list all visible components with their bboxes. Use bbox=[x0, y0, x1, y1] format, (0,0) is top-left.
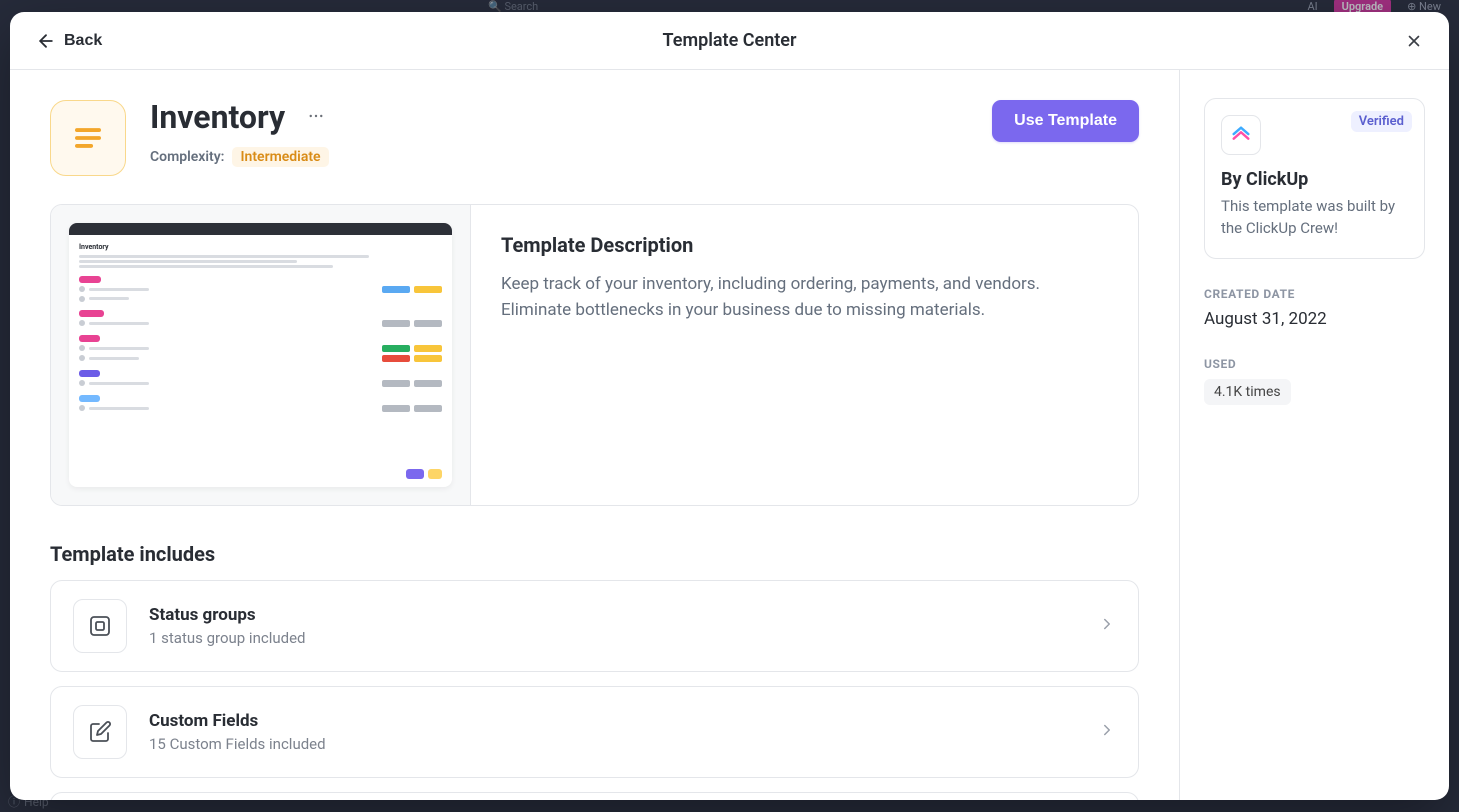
template-name: Inventory bbox=[150, 100, 285, 135]
template-badge bbox=[50, 100, 126, 176]
arrow-left-icon bbox=[36, 31, 56, 51]
include-card-view-types[interactable]: View types bbox=[50, 792, 1139, 800]
description-body: Keep track of your inventory, including … bbox=[501, 271, 1061, 324]
edit-square-icon bbox=[88, 720, 112, 744]
used-block: USED 4.1K times bbox=[1204, 357, 1425, 405]
close-button[interactable] bbox=[1399, 26, 1429, 56]
include-card-custom-fields[interactable]: Custom Fields 15 Custom Fields included bbox=[50, 686, 1139, 778]
modal-body: Inventory Complexity: Intermediate Use T… bbox=[10, 70, 1449, 800]
complexity-row: Complexity: Intermediate bbox=[150, 147, 968, 167]
author-logo bbox=[1221, 115, 1261, 155]
complexity-label: Complexity: bbox=[150, 149, 224, 165]
author-card: Verified By ClickUp This template was bu… bbox=[1204, 98, 1425, 259]
chevron-right-icon bbox=[1098, 721, 1116, 743]
new-hint: ⊕ New bbox=[1407, 0, 1441, 13]
square-in-square-icon bbox=[88, 614, 112, 638]
template-center-modal: Back Template Center Inventory bbox=[10, 12, 1449, 800]
author-description: This template was built by the ClickUp C… bbox=[1221, 196, 1408, 240]
sidebar: Verified By ClickUp This template was bu… bbox=[1179, 70, 1449, 800]
include-card-status-groups[interactable]: Status groups 1 status group included bbox=[50, 580, 1139, 672]
title-meta: Inventory Complexity: Intermediate bbox=[150, 100, 968, 167]
modal-title: Template Center bbox=[10, 30, 1449, 51]
modal-header: Back Template Center bbox=[10, 12, 1449, 70]
status-groups-icon bbox=[73, 599, 127, 653]
created-date-block: CREATED DATE August 31, 2022 bbox=[1204, 287, 1425, 329]
includes-heading: Template includes bbox=[50, 542, 1139, 566]
list-lines-icon bbox=[69, 119, 107, 157]
preview-thumbnail: Inventory bbox=[69, 223, 452, 487]
include-title: Custom Fields bbox=[149, 711, 1076, 731]
ai-hint: AI bbox=[1307, 0, 1317, 13]
created-date-label: CREATED DATE bbox=[1204, 287, 1425, 301]
main-column[interactable]: Inventory Complexity: Intermediate Use T… bbox=[10, 70, 1179, 800]
created-date-value: August 31, 2022 bbox=[1204, 309, 1425, 329]
back-button[interactable]: Back bbox=[30, 27, 108, 55]
complexity-value: Intermediate bbox=[232, 147, 328, 167]
author-name: By ClickUp bbox=[1221, 169, 1408, 190]
chevron-right-icon bbox=[1098, 615, 1116, 637]
used-value: 4.1K times bbox=[1204, 379, 1291, 405]
more-horizontal-icon bbox=[307, 107, 325, 125]
global-search-hint: 🔍 Search bbox=[488, 0, 538, 13]
include-subtitle: 1 status group included bbox=[149, 629, 1076, 647]
used-label: USED bbox=[1204, 357, 1425, 371]
verified-chip: Verified bbox=[1351, 111, 1412, 132]
include-title: Status groups bbox=[149, 605, 1076, 625]
title-row: Inventory Complexity: Intermediate Use T… bbox=[50, 100, 1139, 176]
description-pane: Template Description Keep track of your … bbox=[471, 205, 1138, 505]
include-subtitle: 15 Custom Fields included bbox=[149, 735, 1076, 753]
template-more-button[interactable] bbox=[303, 103, 329, 133]
template-preview: Inventory bbox=[51, 205, 471, 505]
clickup-logo-icon bbox=[1230, 124, 1252, 146]
back-label: Back bbox=[64, 32, 102, 50]
description-card: Inventory bbox=[50, 204, 1139, 506]
app-topbar: 🔍 Search AI Upgrade ⊕ New bbox=[0, 0, 1459, 12]
description-heading: Template Description bbox=[501, 233, 1108, 257]
use-template-button[interactable]: Use Template bbox=[992, 100, 1139, 142]
close-icon bbox=[1405, 32, 1423, 50]
custom-fields-icon bbox=[73, 705, 127, 759]
